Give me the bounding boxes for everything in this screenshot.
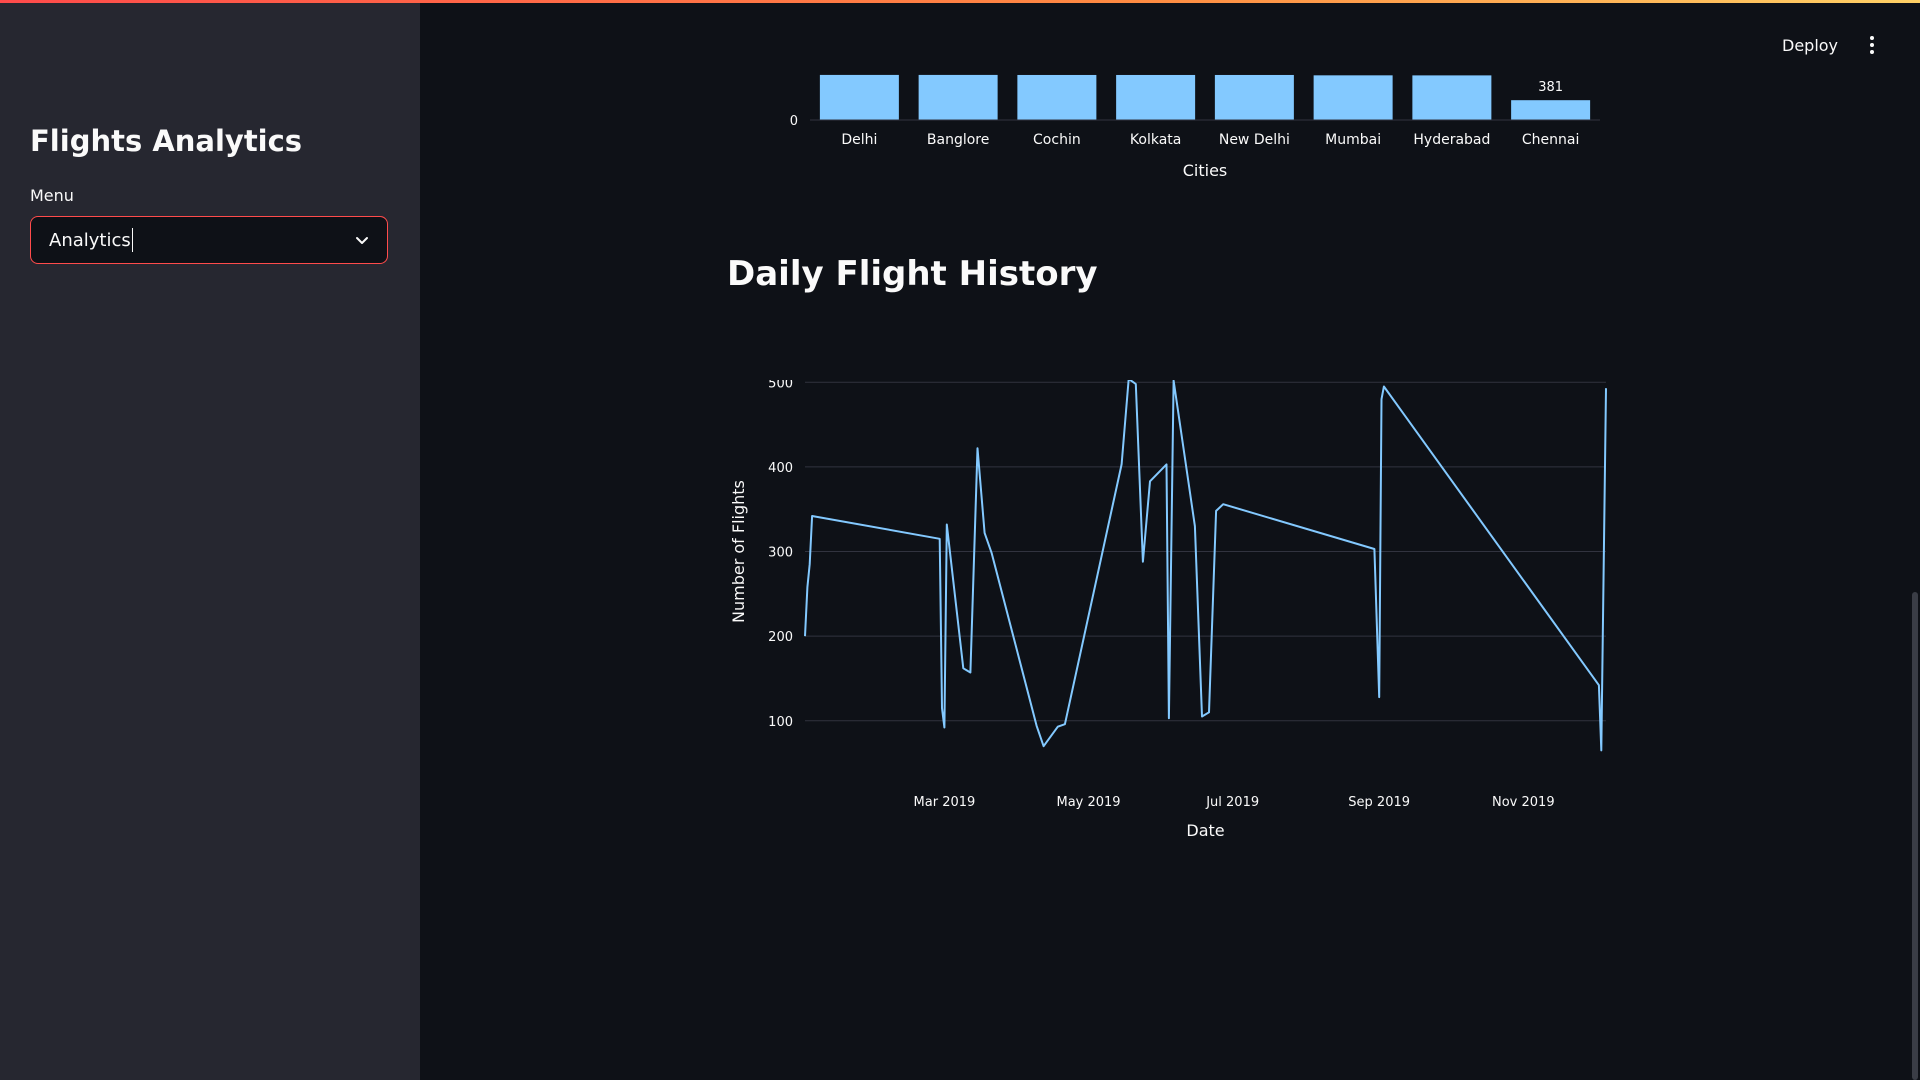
menu-select-value: Analytics (49, 229, 131, 251)
bar-x-tick-label: Kolkata (1130, 132, 1181, 148)
bar-x-tick-label: New Delhi (1219, 132, 1290, 148)
sidebar: Flights Analytics Menu Analytics (0, 0, 420, 1080)
bar-kolkata (1116, 74, 1196, 120)
text-caret (131, 228, 133, 252)
bar-chennai (1511, 100, 1591, 120)
flights-line-series (804, 380, 1607, 752)
bar-y-tick-label: 0 (790, 114, 798, 129)
app-top-decoration-bar (0, 0, 1920, 3)
line-x-tick-label: May 2019 (1056, 795, 1120, 810)
bar-cochin (1017, 74, 1097, 120)
bar-x-tick-label: Hyderabad (1413, 132, 1490, 148)
main-scrollbar[interactable] (1912, 592, 1918, 1080)
bar-x-tick-label: Delhi (841, 132, 877, 148)
line-y-tick-label: 400 (768, 461, 793, 476)
deploy-button[interactable]: Deploy (1776, 32, 1844, 59)
bar-mumbai (1313, 75, 1393, 120)
bar-hyderabad (1412, 75, 1492, 120)
line-y-axis-title: Number of Flights (729, 480, 748, 623)
line-x-tick-label: Mar 2019 (914, 795, 976, 810)
section-title: Daily Flight History (727, 254, 1098, 294)
bar-x-tick-label: Chennai (1522, 132, 1579, 148)
line-x-tick-label: Jul 2019 (1205, 795, 1259, 810)
menu-select[interactable]: Analytics (30, 216, 388, 264)
line-x-tick-label: Sep 2019 (1348, 795, 1410, 810)
bar-x-tick-label: Banglore (927, 132, 989, 148)
bar-banglore (918, 74, 998, 120)
bar-x-tick-label: Cochin (1033, 132, 1081, 148)
daily-flight-line-chart: 100 200 300 400 500 Mar 2019 May 2019 Jul 2019… (729, 380, 1607, 840)
vertical-ellipsis-icon[interactable] (1862, 34, 1882, 56)
line-y-tick-label: 500 (768, 380, 793, 391)
bar-x-tick-label: Mumbai (1325, 132, 1381, 148)
bar-data-label: 381 (1538, 80, 1563, 95)
cities-bar-chart: Delhi Banglore Cochin Kolkata New Delhi Mumba… (790, 74, 1600, 180)
line-x-axis-title: Date (1186, 821, 1224, 840)
line-y-tick-label: 300 (768, 546, 793, 561)
sidebar-title: Flights Analytics (30, 124, 303, 158)
bar-x-axis-title: Cities (1183, 161, 1228, 180)
bar-new-delhi (1214, 74, 1294, 120)
line-y-tick-label: 200 (768, 630, 793, 645)
bar-delhi (819, 74, 899, 120)
line-x-tick-label: Nov 2019 (1492, 795, 1555, 810)
line-y-tick-label: 100 (768, 715, 793, 730)
chevron-down-icon[interactable] (353, 231, 371, 249)
menu-label: Menu (30, 186, 74, 205)
